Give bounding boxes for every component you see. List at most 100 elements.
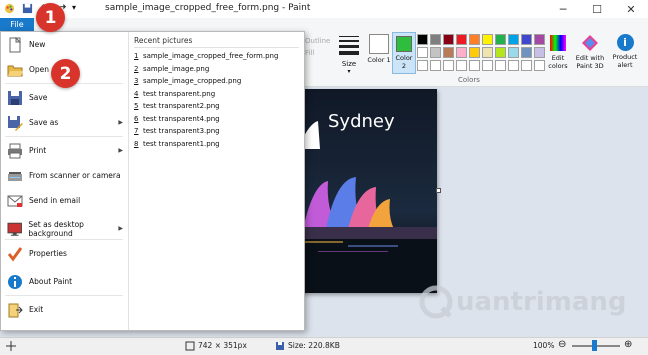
palette-swatch[interactable] — [430, 47, 441, 58]
menu-item-save[interactable]: Save — [1, 85, 127, 110]
recent-file-item[interactable]: 7 test transparent3.png — [134, 127, 220, 135]
fill-button[interactable]: Fill — [305, 49, 314, 57]
zoom-in-button[interactable]: ⊕ — [624, 339, 632, 350]
recent-file-item[interactable]: 6 test transparent4.png — [134, 115, 220, 123]
color2-button[interactable]: Color 2 — [392, 32, 416, 74]
add-crosshair-icon — [6, 341, 16, 351]
palette-swatch[interactable] — [495, 47, 506, 58]
menu-item-from-scanner-or-camera[interactable]: From scanner or camera — [1, 163, 127, 188]
info-circle-icon: i — [616, 34, 634, 51]
zoom-out-button[interactable]: ⊖ — [558, 339, 566, 350]
close-button[interactable]: ✕ — [614, 0, 648, 18]
menu-separator — [5, 136, 123, 137]
recent-file-item[interactable]: 2 sample_image.png — [134, 65, 209, 73]
palette-swatch[interactable] — [482, 34, 493, 45]
recent-file-item[interactable]: 3 sample_image_cropped.png — [134, 77, 241, 85]
palette-swatch[interactable] — [456, 34, 467, 45]
menu-item-save-as[interactable]: Save as ▶ — [1, 110, 127, 135]
palette-swatch[interactable] — [508, 47, 519, 58]
palette-swatch[interactable] — [417, 34, 428, 45]
canvas-image[interactable]: Sydney — [298, 89, 437, 293]
status-bar: 742 × 351px Size: 220.8KB 100% ⊖ ⊕ — [0, 337, 648, 355]
submenu-arrow-icon: ▶ — [118, 147, 123, 154]
menu-separator — [5, 295, 123, 296]
step-badge-2: 2 — [51, 59, 80, 88]
printer-icon — [8, 143, 22, 158]
palette-swatch[interactable] — [495, 34, 506, 45]
size-button[interactable]: Size ▾ — [338, 34, 360, 75]
palette-swatch-empty[interactable] — [417, 60, 428, 71]
size-label: Size — [341, 60, 357, 68]
recent-file-name: test transparent2.png — [143, 102, 220, 110]
palette-swatch[interactable] — [469, 34, 480, 45]
recent-header-divider — [134, 47, 299, 48]
maximize-button[interactable]: ☐ — [580, 0, 614, 18]
edit-paint3d-button[interactable]: Edit with Paint 3D — [574, 34, 606, 90]
email-icon — [7, 195, 23, 207]
paint3d-icon — [582, 35, 598, 51]
menu-item-set-as-desktop-background[interactable]: Set as desktop background ▶ — [1, 216, 127, 241]
palette-swatch[interactable] — [534, 47, 545, 58]
menu-item-label: New — [29, 40, 46, 49]
palette-swatch[interactable] — [443, 34, 454, 45]
recent-file-item[interactable]: 4 test transparent.png — [134, 90, 215, 98]
menu-item-print[interactable]: Print ▶ — [1, 138, 127, 163]
palette-swatch[interactable] — [430, 34, 441, 45]
palette-swatch[interactable] — [469, 47, 480, 58]
resize-handle[interactable] — [436, 188, 441, 193]
recent-file-name: test transparent3.png — [143, 127, 220, 135]
recent-file-name: test transparent1.png — [143, 139, 220, 148]
menu-item-label: Properties — [29, 249, 67, 258]
menu-item-label: From scanner or camera — [29, 171, 121, 180]
color1-button[interactable]: Color 1 — [367, 34, 391, 90]
palette-swatch[interactable] — [508, 34, 519, 45]
palette-swatch-empty[interactable] — [482, 60, 493, 71]
save-as-icon — [8, 115, 23, 131]
chevron-down-icon: ▾ — [347, 68, 351, 75]
menu-item-new[interactable]: New — [1, 32, 127, 57]
menu-item-exit[interactable]: Exit — [1, 297, 127, 322]
menu-item-send-in-email[interactable]: Send in email — [1, 188, 127, 213]
palette-swatch[interactable] — [521, 47, 532, 58]
palette-swatch[interactable] — [534, 34, 545, 45]
palette-swatch[interactable] — [417, 47, 428, 58]
menu-separator — [5, 239, 123, 240]
zoom-slider-thumb[interactable] — [592, 340, 597, 351]
customize-qat-icon[interactable]: ▾ — [72, 3, 83, 14]
save-icon[interactable] — [22, 3, 33, 14]
recent-file-number: 8 — [134, 139, 139, 148]
recent-file-item[interactable]: 1 sample_image_cropped_free_form.png — [134, 52, 278, 60]
menu-item-about-paint[interactable]: About Paint — [1, 269, 127, 294]
palette-swatch-empty[interactable] — [469, 60, 480, 71]
recent-pictures-header: Recent pictures — [134, 36, 193, 45]
palette-swatch-empty[interactable] — [456, 60, 467, 71]
watermark: uantrimang — [418, 284, 627, 320]
palette-swatch-empty[interactable] — [443, 60, 454, 71]
recent-file-item[interactable]: 5 test transparent2.png — [134, 102, 220, 110]
palette-swatch[interactable] — [521, 34, 532, 45]
palette-swatch-empty[interactable] — [495, 60, 506, 71]
palette-swatch-empty[interactable] — [430, 60, 441, 71]
palette-swatch[interactable] — [482, 47, 493, 58]
recent-file-number: 2 — [134, 64, 139, 73]
desktop-background-icon — [7, 222, 22, 236]
minimize-button[interactable]: ─ — [546, 0, 580, 18]
size-lines-icon — [339, 36, 359, 55]
palette-swatch[interactable] — [456, 47, 467, 58]
palette-swatch[interactable] — [443, 47, 454, 58]
product-alert-button[interactable]: i Product alert — [610, 34, 640, 90]
menu-item-label: Send in email — [29, 196, 81, 205]
edit-colors-button[interactable]: Edit colors — [546, 34, 570, 90]
file-tab[interactable]: File — [0, 18, 34, 31]
file-menu: New Open Save Save as ▶ Print ▶ From scanner or… — [0, 31, 305, 331]
recent-file-item[interactable]: 8 test transparent1.png — [134, 140, 220, 148]
close-icon: ✕ — [626, 2, 636, 16]
color-wheel-icon — [550, 35, 566, 51]
palette-swatch-empty[interactable] — [534, 60, 545, 71]
recent-file-number: 5 — [134, 102, 139, 110]
palette-swatch-empty[interactable] — [508, 60, 519, 71]
menu-item-properties[interactable]: Properties — [1, 241, 127, 266]
watermark-text: uantrimang — [456, 287, 627, 317]
outline-button[interactable]: Outline — [305, 37, 330, 45]
palette-swatch-empty[interactable] — [521, 60, 532, 71]
